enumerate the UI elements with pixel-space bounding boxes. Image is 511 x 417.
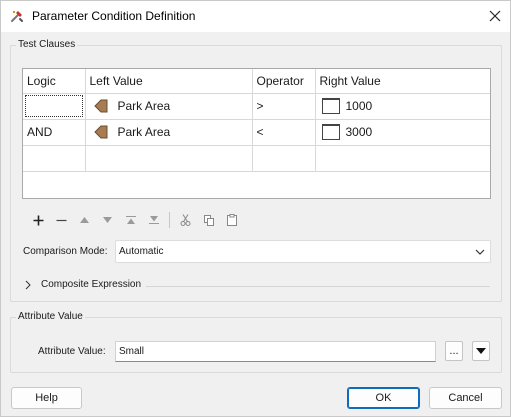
- logic-cell[interactable]: AND: [23, 119, 86, 146]
- left-value-cell[interactable]: Park Area: [85, 93, 253, 120]
- toolbar-separator: [169, 212, 170, 228]
- left-value-cell[interactable]: [85, 145, 253, 172]
- move-to-bottom-button[interactable]: [142, 211, 165, 229]
- remove-row-button[interactable]: [50, 211, 73, 229]
- column-header-operator[interactable]: Operator: [252, 69, 316, 94]
- ellipsis-button[interactable]: ...: [445, 341, 463, 361]
- fme-tool-icon: [9, 8, 25, 24]
- cut-icon: [180, 214, 191, 226]
- parameter-condition-dialog: Parameter Condition Definition Test Clau…: [0, 0, 511, 417]
- right-value-cell[interactable]: 3000: [315, 119, 490, 146]
- attribute-icon: [93, 99, 107, 113]
- cut-button[interactable]: [174, 211, 197, 229]
- paste-icon: [226, 214, 237, 226]
- table-header-row: Logic Left Value Operator Right Value: [23, 69, 490, 94]
- move-up-button[interactable]: [73, 211, 96, 229]
- constant-box-icon: [321, 124, 340, 140]
- paste-button[interactable]: [220, 211, 243, 229]
- help-button[interactable]: Help: [11, 387, 82, 409]
- move-down-icon: [103, 217, 112, 223]
- comparison-mode-select[interactable]: Automatic: [115, 240, 491, 263]
- table-row-empty[interactable]: [23, 145, 490, 172]
- right-value-cell[interactable]: 1000: [315, 93, 490, 120]
- logic-cell[interactable]: [23, 145, 86, 172]
- operator-cell[interactable]: <: [252, 119, 316, 146]
- composite-expression-label: Composite Expression: [41, 279, 142, 290]
- attribute-icon: [93, 125, 107, 139]
- move-down-button[interactable]: [96, 211, 119, 229]
- constant-box-icon: [321, 98, 340, 114]
- remove-icon: [56, 219, 67, 221]
- triangle-down-icon: [476, 348, 486, 354]
- logic-cell[interactable]: [23, 93, 86, 120]
- move-to-bottom-icon: [148, 216, 159, 224]
- value-menu-button[interactable]: [472, 341, 490, 361]
- right-value-text: 3000: [345, 125, 373, 139]
- window-title: Parameter Condition Definition: [32, 9, 196, 23]
- attribute-value-input[interactable]: Small: [115, 341, 436, 362]
- copy-icon: [203, 214, 214, 226]
- comparison-mode-value: Automatic: [119, 246, 164, 257]
- attribute-value-label: Attribute Value:: [38, 346, 106, 357]
- clause-toolbar: [27, 211, 243, 229]
- close-icon: [489, 10, 501, 22]
- attribute-value-group-label: Attribute Value: [16, 311, 85, 322]
- right-value-text: 1000: [345, 99, 373, 113]
- table-row[interactable]: AND Park Area < 3000: [23, 119, 490, 146]
- composite-expression-expander[interactable]: Composite Expression: [23, 279, 141, 290]
- operator-cell[interactable]: >: [252, 93, 316, 120]
- comparison-mode-label: Comparison Mode:: [23, 246, 108, 257]
- test-clauses-label: Test Clauses: [16, 39, 78, 50]
- cancel-button[interactable]: Cancel: [429, 387, 502, 409]
- operator-cell[interactable]: [252, 145, 316, 172]
- expander-divider: [146, 286, 490, 287]
- add-icon: [33, 215, 44, 225]
- right-value-cell[interactable]: [315, 145, 490, 172]
- test-clauses-table[interactable]: Logic Left Value Operator Right Value Pa…: [22, 68, 491, 199]
- table-row[interactable]: Park Area > 1000: [23, 93, 490, 120]
- help-button-label: Help: [35, 392, 58, 404]
- add-row-button[interactable]: [27, 211, 50, 229]
- left-value-text: Park Area: [117, 125, 171, 139]
- column-header-left-value[interactable]: Left Value: [85, 69, 253, 94]
- chevron-down-icon: [475, 249, 485, 255]
- move-up-icon: [80, 217, 89, 223]
- move-to-top-icon: [125, 216, 136, 224]
- chevron-right-icon: [25, 280, 31, 289]
- ok-button[interactable]: OK: [347, 387, 420, 409]
- title-bar: Parameter Condition Definition: [1, 1, 510, 32]
- attribute-value-text: Small: [119, 346, 145, 357]
- cancel-button-label: Cancel: [448, 392, 483, 404]
- column-header-logic[interactable]: Logic: [23, 69, 86, 94]
- ellipsis-label: ...: [449, 345, 459, 357]
- move-to-top-button[interactable]: [119, 211, 142, 229]
- column-header-right-value[interactable]: Right Value: [315, 69, 490, 94]
- left-value-text: Park Area: [117, 99, 171, 113]
- left-value-cell[interactable]: Park Area: [85, 119, 253, 146]
- ok-button-label: OK: [375, 392, 392, 404]
- close-button[interactable]: [481, 3, 509, 29]
- copy-button[interactable]: [197, 211, 220, 229]
